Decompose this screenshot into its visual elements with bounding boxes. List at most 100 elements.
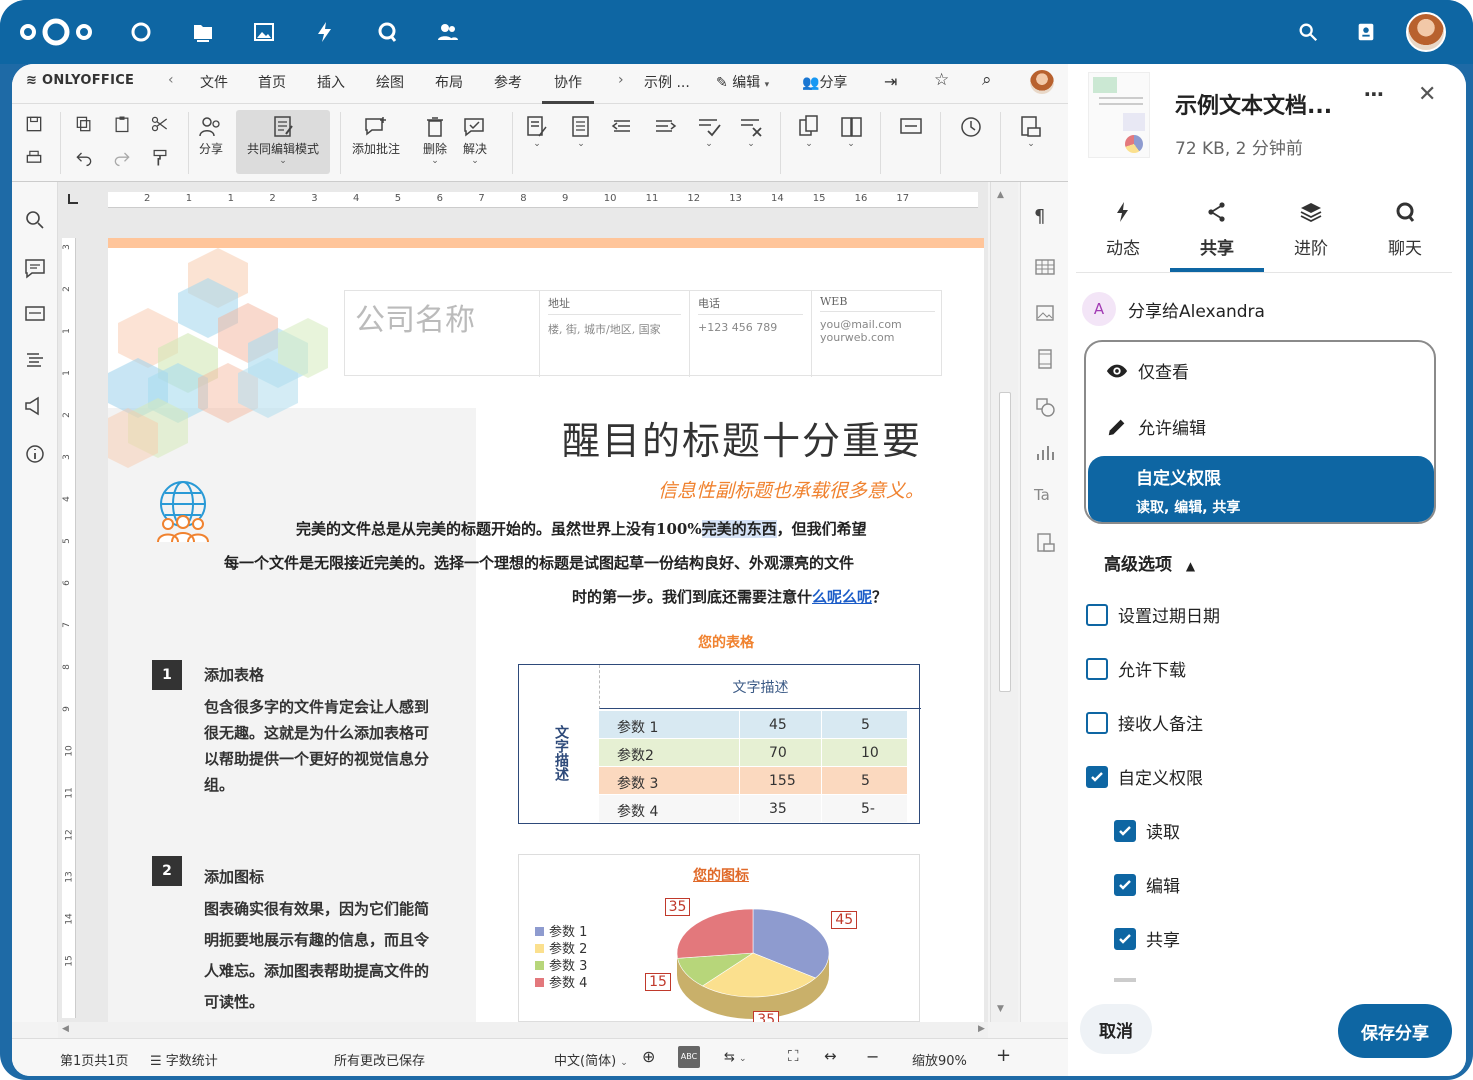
- document-page[interactable]: 公司名称 地址 楼, 街, 城市/地区, 国家 电话 +123 456 789 …: [108, 238, 984, 1022]
- header-footer-icon[interactable]: [1034, 348, 1056, 370]
- table-settings-icon[interactable]: [1034, 256, 1056, 278]
- checkbox-icon[interactable]: [1114, 819, 1136, 842]
- undo-icon[interactable]: [74, 148, 94, 168]
- tab-advanced[interactable]: 进阶: [1264, 200, 1358, 272]
- search-doc-icon[interactable]: ⌕: [982, 70, 992, 90]
- paste-icon[interactable]: [112, 114, 132, 134]
- save-share-button[interactable]: 保存分享: [1338, 1004, 1452, 1058]
- track-changes-icon[interactable]: ⌄: [524, 114, 550, 149]
- next-change-icon[interactable]: [652, 114, 678, 140]
- tab-home[interactable]: 首页: [258, 72, 286, 92]
- tab-draw[interactable]: 绘图: [376, 72, 404, 92]
- sub-option-checkbox[interactable]: 共享: [1114, 926, 1180, 951]
- chat-panel-icon[interactable]: [23, 302, 47, 326]
- photos-icon[interactable]: [246, 14, 282, 50]
- combine-icon[interactable]: ⌄: [838, 114, 864, 149]
- spellcheck-icon[interactable]: ABC: [678, 1046, 700, 1068]
- word-count-button[interactable]: ☰ 字数统计: [150, 1050, 218, 1069]
- language-dropdown[interactable]: 中文(简体) ⌄: [554, 1050, 628, 1069]
- pie-chart[interactable]: 您的图标 参数 1 参数 2 参数 3 参数 4 45 35 35 15: [518, 854, 920, 1022]
- coedit-mode-button[interactable]: 共同编辑模式 ⌄: [236, 110, 330, 174]
- about-icon[interactable]: [23, 442, 47, 466]
- edit-mode-dropdown[interactable]: ✎ 编辑 ▾: [716, 72, 769, 92]
- option-checkbox[interactable]: 设置过期日期: [1086, 602, 1220, 627]
- link-text[interactable]: 么呢么呢: [812, 588, 872, 606]
- close-icon[interactable]: ✕: [1418, 82, 1436, 107]
- navigation-icon[interactable]: [23, 348, 47, 372]
- checkbox-icon[interactable]: [1114, 873, 1136, 896]
- save-icon[interactable]: [24, 114, 44, 134]
- track-changes-status-icon[interactable]: ⇆ ⌄: [724, 1050, 747, 1065]
- permission-view-only[interactable]: 仅查看: [1106, 358, 1189, 383]
- option-checkbox[interactable]: 接收人备注: [1086, 710, 1203, 735]
- star-icon[interactable]: ☆: [934, 70, 949, 90]
- selected-text[interactable]: 完美的东西: [701, 520, 777, 538]
- fit-width-icon[interactable]: ↔: [824, 1047, 837, 1065]
- paragraph-marks-icon[interactable]: ¶: [1034, 206, 1056, 228]
- resolve-comment-button[interactable]: 解决 ⌄: [462, 114, 488, 166]
- redo-icon[interactable]: [112, 148, 132, 168]
- advanced-options-toggle[interactable]: 高级选项 ▲: [1104, 550, 1195, 575]
- files-icon[interactable]: [185, 14, 221, 50]
- data-table[interactable]: 文字描述 文字描述 参数 1 45 5 参数2 70 10 参数 3 155 5 参数 4 35 5-: [518, 664, 921, 824]
- zoom-out-icon[interactable]: −: [866, 1047, 879, 1066]
- mail-merge-icon[interactable]: ⌄: [1018, 114, 1044, 149]
- globe-icon[interactable]: ⊕: [642, 1047, 655, 1066]
- feedback-icon[interactable]: [23, 394, 47, 418]
- tab-collaboration[interactable]: 协作: [542, 72, 594, 104]
- vertical-ruler[interactable]: 3 2 1 1 2 3 4 5 6 7 8 9 10 11 12 13 14 15: [62, 238, 76, 1018]
- tab-chat[interactable]: 聊天: [1358, 200, 1452, 272]
- share-button[interactable]: 👥分享: [802, 72, 847, 92]
- chat-icon[interactable]: [898, 114, 924, 140]
- talk-icon[interactable]: [369, 14, 405, 50]
- nextcloud-logo[interactable]: [18, 17, 94, 47]
- mail-merge-panel-icon[interactable]: [1034, 532, 1056, 554]
- contacts-menu-icon[interactable]: [1348, 14, 1384, 50]
- compare-icon[interactable]: ⌄: [796, 114, 822, 149]
- open-location-icon[interactable]: ⇥: [884, 72, 897, 91]
- previous-change-icon[interactable]: [610, 114, 636, 140]
- option-checkbox[interactable]: 允许下载: [1086, 656, 1186, 681]
- comments-icon[interactable]: [23, 256, 47, 280]
- copy-icon[interactable]: [74, 114, 94, 134]
- back-arrow-icon[interactable]: ‹: [168, 72, 174, 88]
- add-comment-button[interactable]: 添加批注: [352, 114, 400, 157]
- shape-settings-icon[interactable]: [1034, 396, 1056, 418]
- permission-allow-edit[interactable]: 允许编辑: [1106, 414, 1206, 439]
- option-checkbox[interactable]: 自定义权限: [1086, 764, 1203, 789]
- permission-custom[interactable]: 自定义权限 读取, 编辑, 共享: [1088, 456, 1434, 522]
- sub-option-checkbox[interactable]: 读取: [1114, 818, 1180, 843]
- scroll-thumb[interactable]: [999, 392, 1011, 692]
- pie-slice[interactable]: [676, 908, 754, 959]
- tab-activity[interactable]: 动态: [1076, 200, 1170, 272]
- table-row[interactable]: 参数 4 35 5-: [599, 795, 907, 823]
- chart-settings-icon[interactable]: [1034, 442, 1056, 464]
- image-settings-icon[interactable]: [1034, 302, 1056, 324]
- zoom-level[interactable]: 缩放90%: [912, 1050, 967, 1069]
- contacts-icon[interactable]: [430, 14, 466, 50]
- tab-stop-icon[interactable]: [68, 194, 78, 204]
- cancel-button[interactable]: 取消: [1080, 1004, 1152, 1054]
- checkbox-icon[interactable]: [1086, 765, 1108, 788]
- checkbox-icon[interactable]: [1086, 657, 1108, 680]
- horizontal-scrollbar[interactable]: ◀ ▶: [58, 1022, 988, 1038]
- sub-option-checkbox[interactable]: 编辑: [1114, 872, 1180, 897]
- zoom-in-icon[interactable]: +: [996, 1045, 1011, 1066]
- delete-comment-button[interactable]: 删除 ⌄: [422, 114, 448, 166]
- tab-layout[interactable]: 布局: [435, 72, 463, 92]
- tab-sharing[interactable]: 共享: [1170, 200, 1264, 272]
- find-icon[interactable]: [23, 208, 47, 232]
- checkbox-icon[interactable]: [1086, 603, 1108, 626]
- checkbox-icon[interactable]: [1086, 711, 1108, 734]
- tab-insert[interactable]: 插入: [317, 72, 345, 92]
- table-row[interactable]: 参数2 70 10: [599, 739, 907, 767]
- editor-user-avatar[interactable]: [1030, 70, 1054, 94]
- tab-references[interactable]: 参考: [494, 72, 522, 92]
- display-mode-icon[interactable]: ⌄: [568, 114, 594, 149]
- checkbox-icon[interactable]: [1114, 927, 1136, 950]
- reject-change-icon[interactable]: ⌄: [738, 114, 764, 149]
- horizontal-ruler[interactable]: 2 1 1 2 3 4 5 6 7 8 9 10 11 12 13 14 15 16 17: [108, 192, 978, 208]
- accept-change-icon[interactable]: ⌄: [696, 114, 722, 149]
- text-art-icon[interactable]: Ta: [1034, 486, 1056, 508]
- activity-icon[interactable]: [307, 14, 343, 50]
